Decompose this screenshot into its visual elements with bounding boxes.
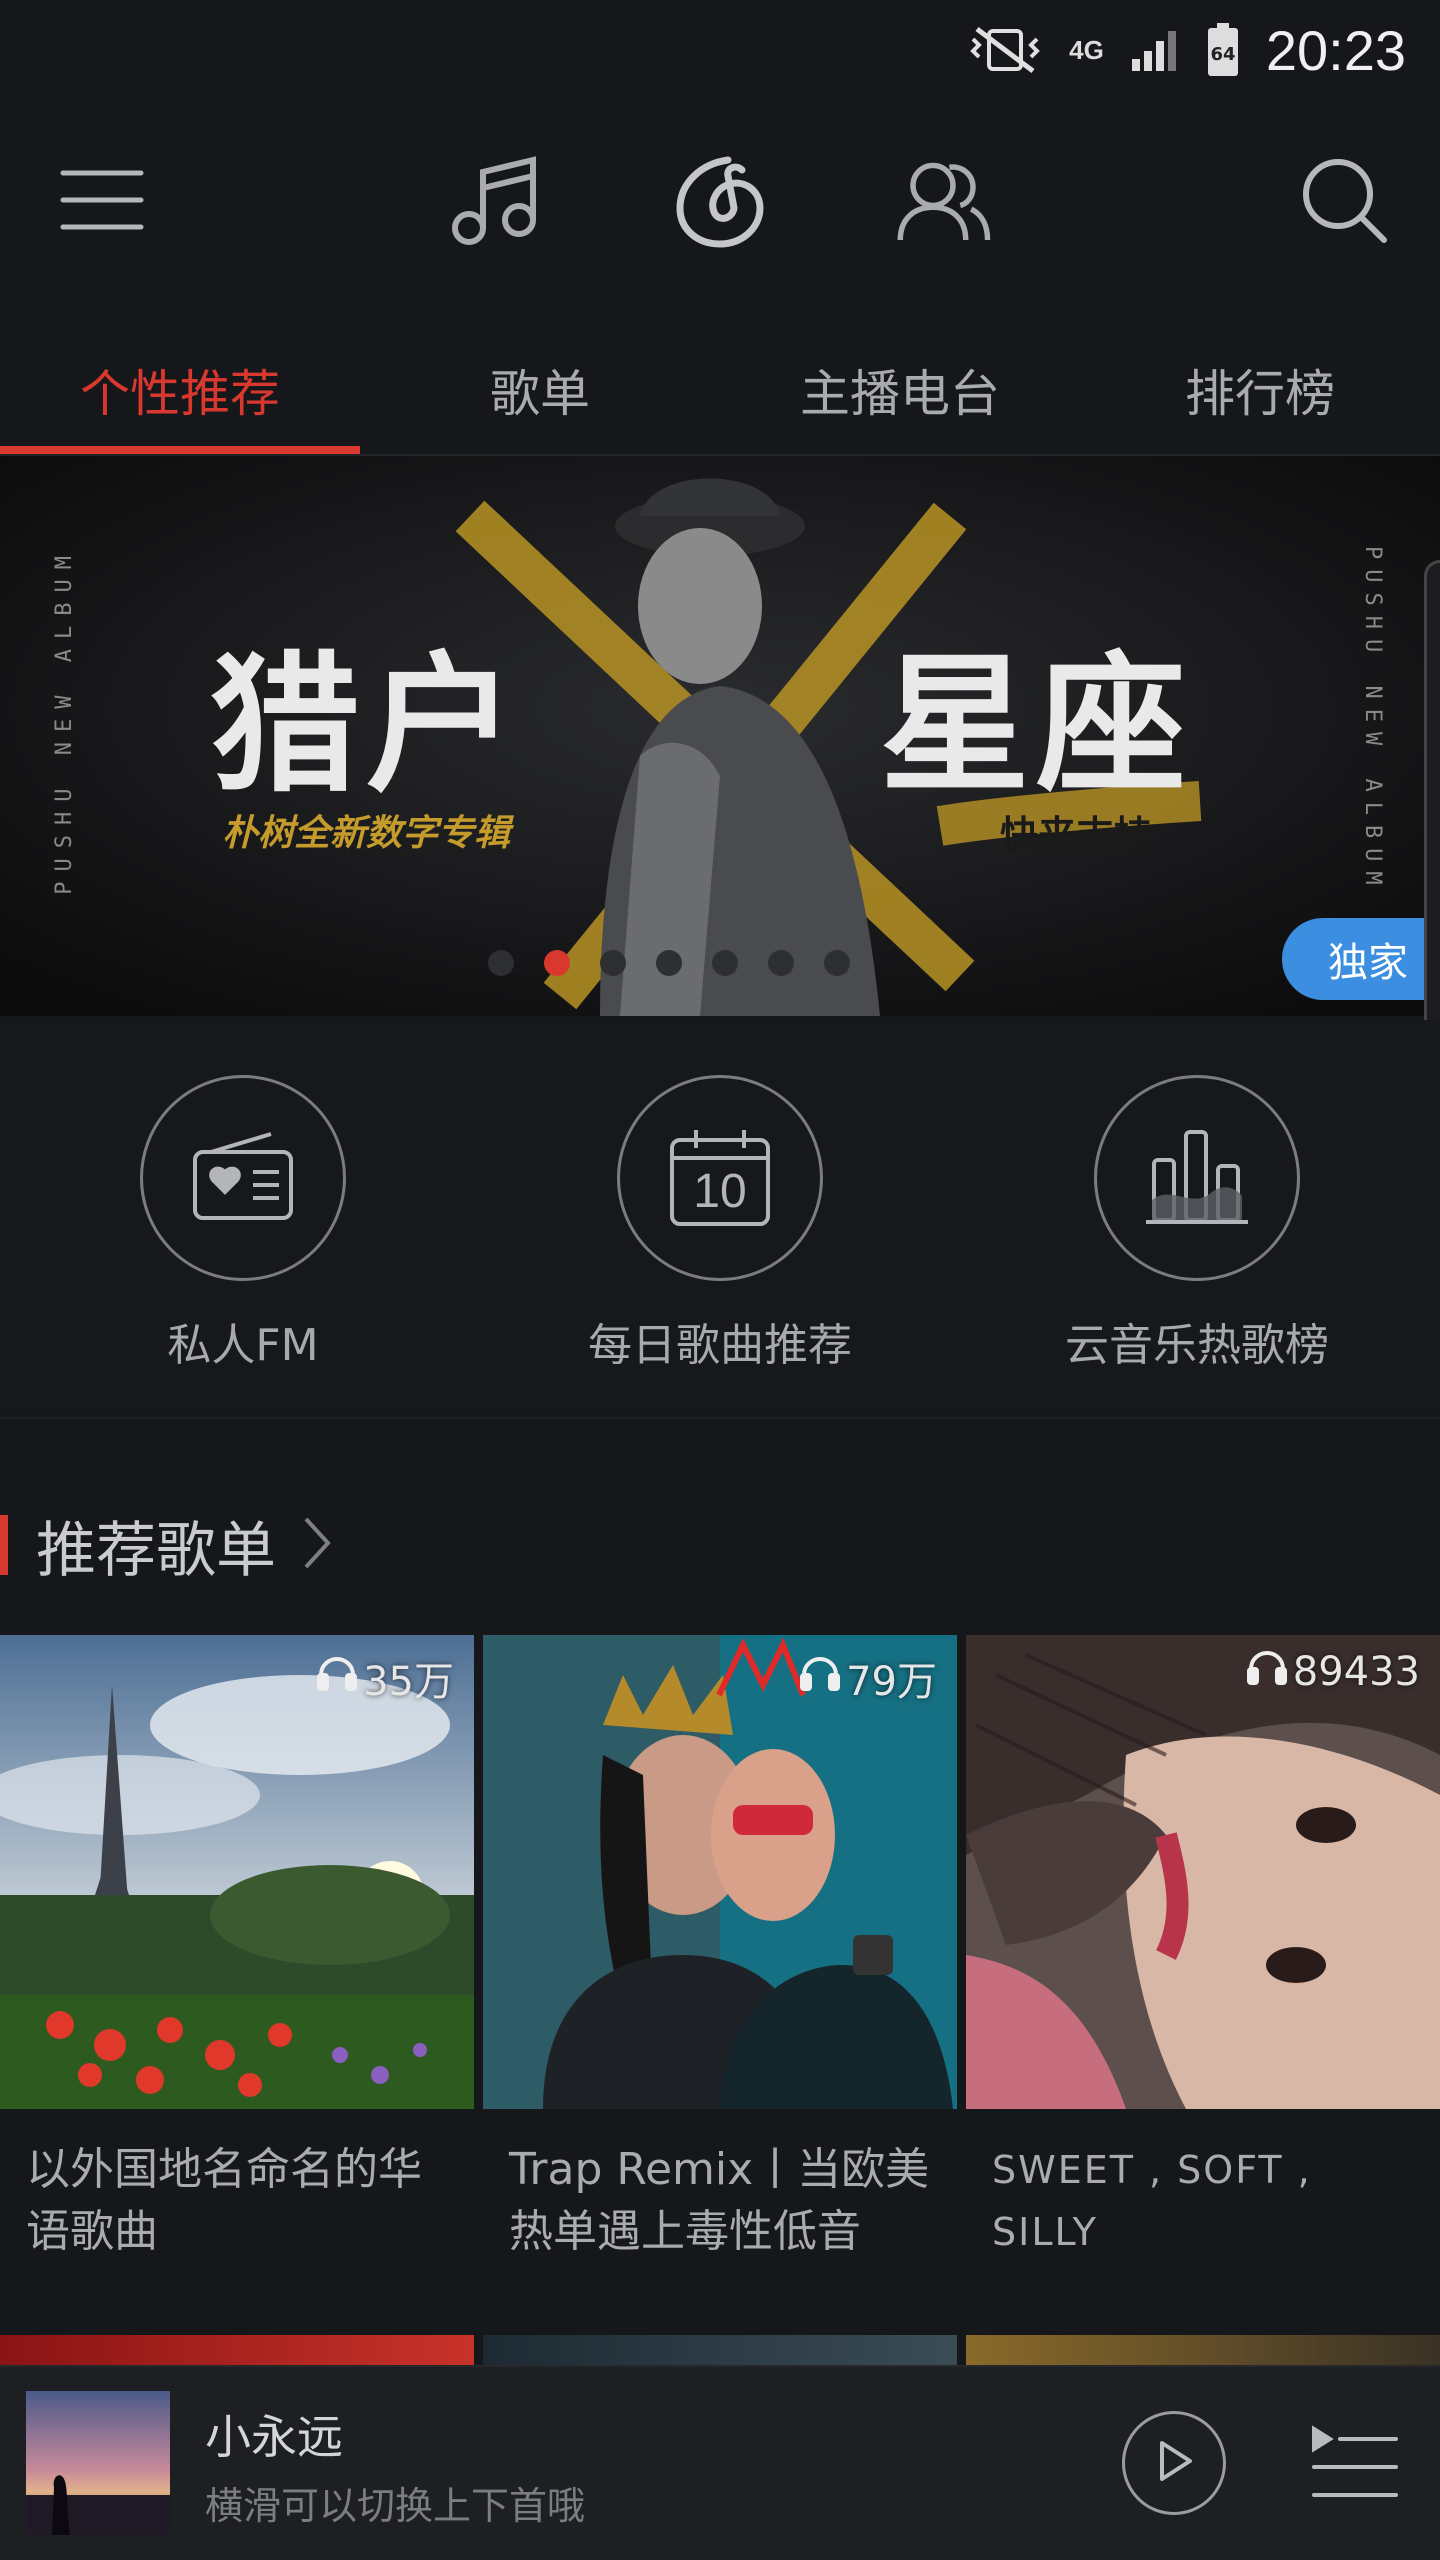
radio-heart-icon [191, 1130, 295, 1226]
banner-cta: 快来支持 [1000, 813, 1153, 857]
now-playing-title: 小永远 [205, 2410, 343, 2464]
menu-icon[interactable] [52, 150, 152, 250]
playlist-title: SWEET , SOFT , SILLY [992, 2148, 1312, 2254]
banner-title-right: 星座 [880, 637, 1193, 813]
private-fm-button[interactable]: 私人FM [93, 1075, 393, 1373]
play-icon [1154, 2439, 1194, 2487]
play-count-value: 35万 [363, 1659, 454, 1705]
private-fm-label: 私人FM [167, 1320, 319, 1371]
playlist-title: Trap Remix丨当欧美热单遇上毒性低音 [509, 2144, 930, 2257]
network-label: 4G [1069, 35, 1104, 65]
play-count-value: 79万 [846, 1659, 937, 1705]
status-bar: 4G 64 20:23 [0, 0, 1440, 100]
carousel-dot-active[interactable] [544, 950, 570, 976]
section-title: 推荐歌单 [36, 1515, 276, 1586]
playlist-card[interactable]: 79万 Trap Remix丨当欧美热单遇上毒性低音 [483, 1635, 957, 2263]
banner-side-text-left: PUSHU NEW ALBUM [52, 546, 77, 895]
tab-charts[interactable]: 排行榜 [1080, 330, 1440, 450]
carousel-dots [488, 950, 850, 976]
carousel-dot[interactable] [768, 950, 794, 976]
banner-side-text-right: PUSHU NEW ALBUM [1360, 546, 1385, 895]
section-divider [0, 1417, 1440, 1419]
playlist-cover-peek[interactable] [0, 2335, 474, 2365]
daily-songs-label: 每日歌曲推荐 [588, 1320, 852, 1371]
banner-title-left: 猎户 [210, 637, 523, 813]
playlist-cover-peek[interactable] [483, 2335, 957, 2365]
carousel-dot[interactable] [824, 950, 850, 976]
recommended-playlists-header[interactable]: 推荐歌单 [0, 1505, 334, 1586]
play-count: 35万 [317, 1649, 454, 1707]
carousel-dot[interactable] [600, 950, 626, 976]
battery-icon: 64 [1206, 22, 1240, 78]
active-tab-indicator [0, 446, 360, 454]
tab-personal-recommend[interactable]: 个性推荐 [0, 330, 360, 450]
headphones-icon [317, 1655, 358, 1701]
play-count: 79万 [800, 1649, 937, 1707]
vibrate-mute-icon [967, 25, 1043, 75]
hot-chart-button[interactable]: 云音乐热歌榜 [1047, 1075, 1347, 1373]
playlist-cover: 35万 [0, 1635, 474, 2109]
calendar-icon: 10 [668, 1128, 772, 1228]
playlist-card[interactable]: 89433 SWEET , SOFT , SILLY [966, 1635, 1440, 2263]
playlist-card[interactable]: 35万 以外国地名命名的华语歌曲 [0, 1635, 474, 2263]
banner-carousel[interactable]: 猎户 星座 朴树全新数字专辑 快来支持 PUSHU NEW ALBUM PUSH… [0, 456, 1440, 1016]
calendar-day: 10 [693, 1165, 747, 1218]
signal-icon [1130, 27, 1180, 73]
clock: 20:23 [1265, 18, 1406, 82]
carousel-dot[interactable] [712, 950, 738, 976]
quick-circle [140, 1075, 346, 1281]
playlist-queue-button[interactable] [1310, 2415, 1400, 2511]
play-count-value: 89433 [1292, 1649, 1420, 1695]
next-row-peek [0, 2335, 1440, 2365]
playlist-cover: 79万 [483, 1635, 957, 2109]
bar-chart-icon [1142, 1126, 1252, 1230]
section-accent-bar [0, 1515, 8, 1575]
battery-level: 64 [1210, 44, 1235, 65]
now-playing-cover [26, 2391, 170, 2535]
netease-logo-icon[interactable] [670, 150, 770, 250]
quick-circle: 10 [617, 1075, 823, 1281]
top-nav [0, 120, 1440, 280]
banner-subtitle: 朴树全新数字专辑 [222, 813, 511, 854]
quick-circle [1094, 1075, 1300, 1281]
hot-chart-label: 云音乐热歌榜 [1065, 1320, 1329, 1371]
network-4g-icon: 4G [1069, 35, 1104, 65]
music-icon[interactable] [445, 150, 545, 250]
play-button[interactable] [1122, 2411, 1226, 2515]
playlist-cover-peek[interactable] [966, 2335, 1440, 2365]
tab-playlists[interactable]: 歌单 [360, 330, 720, 450]
playlist-title: 以外国地名命名的华语歌曲 [26, 2144, 422, 2257]
mini-player[interactable]: 小永远 横滑可以切换上下首哦 [0, 2365, 1440, 2560]
now-playing-hint: 横滑可以切换上下首哦 [205, 2484, 586, 2528]
chevron-right-icon [300, 1515, 334, 1575]
category-tabs: 个性推荐 歌单 主播电台 排行榜 [0, 330, 1440, 455]
carousel-dot[interactable] [656, 950, 682, 976]
search-icon[interactable] [1294, 150, 1394, 250]
playlist-cover: 89433 [966, 1635, 1440, 2109]
daily-songs-button[interactable]: 10 每日歌曲推荐 [570, 1075, 870, 1373]
headphones-icon [1246, 1649, 1287, 1695]
play-count: 89433 [1246, 1649, 1420, 1695]
headphones-icon [800, 1655, 841, 1701]
friends-icon[interactable] [893, 150, 993, 250]
carousel-dot[interactable] [488, 950, 514, 976]
queue-icon [1310, 2425, 1400, 2515]
tab-radio[interactable]: 主播电台 [720, 330, 1080, 450]
exclusive-badge: 独家 [1282, 918, 1440, 1000]
quick-access: 私人FM 10 每日歌曲推荐 云音乐热歌榜 [0, 1020, 1440, 1415]
